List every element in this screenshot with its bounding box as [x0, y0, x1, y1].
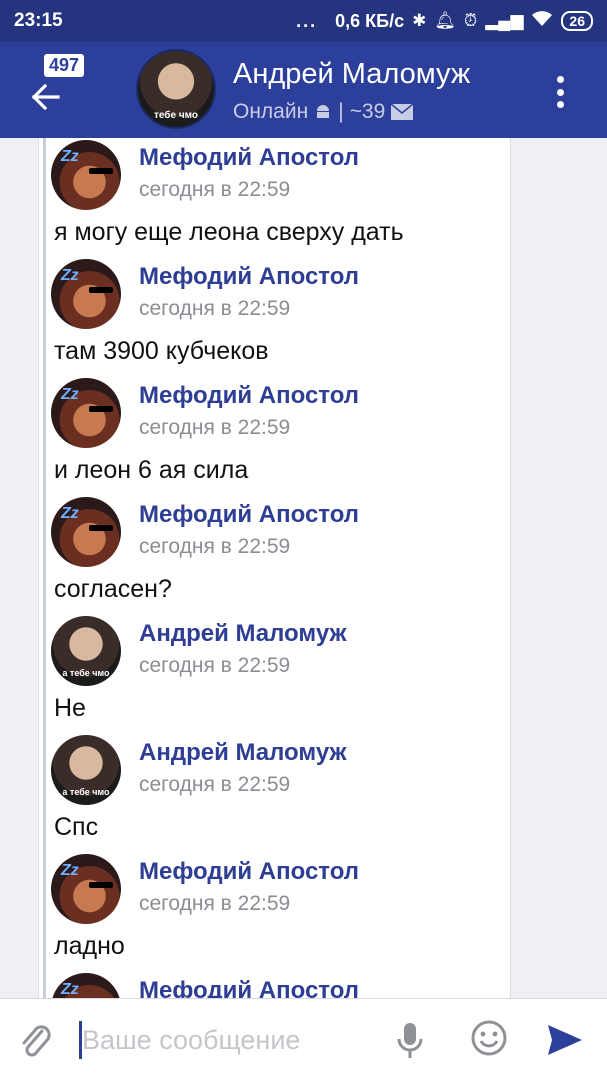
sunglasses-icon — [89, 406, 113, 412]
message-author[interactable]: Мефодий Апостол — [139, 501, 359, 529]
message-item[interactable]: а тебе чмо Андрей Маломуж сегодня в 22:59 С… — [39, 735, 510, 854]
message-input[interactable] — [82, 1019, 382, 1061]
sleep-icon: Zz — [61, 386, 79, 403]
message-author[interactable]: Мефодий Апостол — [139, 858, 359, 886]
sleep-icon: Zz — [61, 981, 79, 998]
avatar-caption: а тебе чмо — [62, 668, 110, 678]
online-status: Онлайн — [233, 100, 309, 123]
wifi-icon — [531, 10, 553, 32]
message-time: сегодня в 22:59 — [139, 892, 291, 915]
bell-off-icon: 🔔︎ — [434, 11, 456, 30]
attach-icon[interactable] — [18, 1021, 52, 1061]
avatar-caption: а тебе чмо — [62, 787, 110, 797]
sunglasses-icon — [89, 287, 113, 293]
message-item[interactable]: Zz Мефодий Апостол сегодня в 22:59 там 3900… — [39, 259, 510, 378]
arrow-left-icon — [32, 84, 60, 110]
message-time: сегодня в 22:59 — [139, 178, 291, 201]
message-author[interactable]: Мефодий Апостол — [139, 977, 359, 998]
avatar[interactable]: Zz — [51, 497, 121, 567]
avatar[interactable]: а тебе чмо — [51, 616, 121, 686]
sunglasses-icon — [89, 168, 113, 174]
dot-icon — [556, 88, 564, 96]
message-author[interactable]: Мефодий Апостол — [139, 144, 359, 172]
message-time: сегодня в 22:59 — [139, 654, 291, 677]
status-indicators: ... 0,6 КБ/с ✱ 🔔︎ ⏰︎ ▂▄▆ 26 — [296, 11, 593, 32]
chat-subtitle: Онлайн | ~39 — [233, 100, 414, 124]
emoji-icon[interactable] — [470, 1019, 508, 1057]
signal-icon: ▂▄▆ — [485, 11, 524, 30]
sunglasses-icon — [89, 525, 113, 531]
envelope-icon — [391, 104, 414, 120]
more-options-button[interactable] — [548, 72, 572, 112]
status-dots: ... — [296, 10, 318, 31]
message-text: согласен? — [54, 575, 172, 603]
dot-icon — [556, 76, 564, 83]
message-list[interactable]: Zz Мефодий Апостол сегодня в 22:59 я могу е… — [38, 138, 511, 998]
avatar[interactable]: Zz — [51, 378, 121, 448]
sleep-icon: Zz — [61, 267, 79, 284]
status-bar: 23:15 ... 0,6 КБ/с ✱ 🔔︎ ⏰︎ ▂▄▆ 26 — [0, 0, 607, 42]
subtitle-divider: | — [338, 100, 344, 123]
sleep-icon: Zz — [61, 862, 79, 879]
sunglasses-icon — [89, 882, 113, 888]
message-text: Не — [54, 694, 86, 722]
message-text: и леон 6 ая сила — [54, 456, 249, 484]
sleep-icon: Zz — [61, 148, 79, 165]
chat-title[interactable]: Андрей Маломуж — [233, 58, 470, 91]
bluetooth-icon: ✱ — [412, 11, 427, 30]
back-button[interactable] — [22, 72, 82, 122]
message-author[interactable]: Андрей Маломуж — [139, 739, 347, 767]
send-icon[interactable] — [546, 1023, 584, 1057]
battery-icon: 26 — [561, 11, 593, 31]
message-count: ~39 — [349, 100, 386, 123]
message-author[interactable]: Андрей Маломуж — [139, 620, 347, 648]
message-item[interactable]: Zz Мефодий Апостол сегодня в 22:59 согласен… — [39, 497, 510, 616]
android-icon — [317, 105, 330, 118]
app-bar: 497 тебе чмо Андрей Маломуж Онлайн | ~39 — [0, 42, 607, 138]
message-author[interactable]: Мефодий Апостол — [139, 382, 359, 410]
message-text: я могу еще леона сверху дать — [54, 218, 404, 246]
message-item[interactable]: а тебе чмо Андрей Маломуж сегодня в 22:59 Н… — [39, 616, 510, 735]
avatar[interactable]: Zz — [51, 259, 121, 329]
message-author[interactable]: Мефодий Апостол — [139, 263, 359, 291]
message-time: сегодня в 22:59 — [139, 416, 291, 439]
avatar[interactable]: Zz — [51, 854, 121, 924]
message-time: сегодня в 22:59 — [139, 535, 291, 558]
sleep-icon: Zz — [61, 505, 79, 522]
unread-badge: 497 — [44, 54, 85, 77]
message-text: ладно — [54, 932, 125, 960]
header-avatar-caption: тебе чмо — [153, 110, 199, 121]
network-speed: 0,6 КБ/с — [335, 10, 405, 31]
message-item[interactable]: Zz Мефодий Апостол сегодня в 22:59 я могу е… — [39, 140, 510, 259]
header-avatar[interactable]: тебе чмо — [136, 49, 216, 129]
message-item[interactable]: Zz Мефодий Апостол — [39, 973, 510, 998]
avatar[interactable]: Zz — [51, 140, 121, 210]
message-item[interactable]: Zz Мефодий Апостол сегодня в 22:59 ладно — [39, 854, 510, 973]
message-time: сегодня в 22:59 — [139, 297, 291, 320]
message-text: там 3900 кубчеков — [54, 337, 269, 365]
message-text: Спс — [54, 813, 99, 841]
avatar[interactable]: а тебе чмо — [51, 735, 121, 805]
alarm-icon: ⏰︎ — [463, 11, 478, 30]
message-time: сегодня в 22:59 — [139, 773, 291, 796]
microphone-icon[interactable] — [396, 1021, 424, 1061]
status-time: 23:15 — [14, 10, 63, 31]
dot-icon — [556, 101, 564, 108]
message-composer — [0, 998, 607, 1080]
message-item[interactable]: Zz Мефодий Апостол сегодня в 22:59 и леон 6… — [39, 378, 510, 497]
avatar[interactable]: Zz — [51, 973, 121, 998]
